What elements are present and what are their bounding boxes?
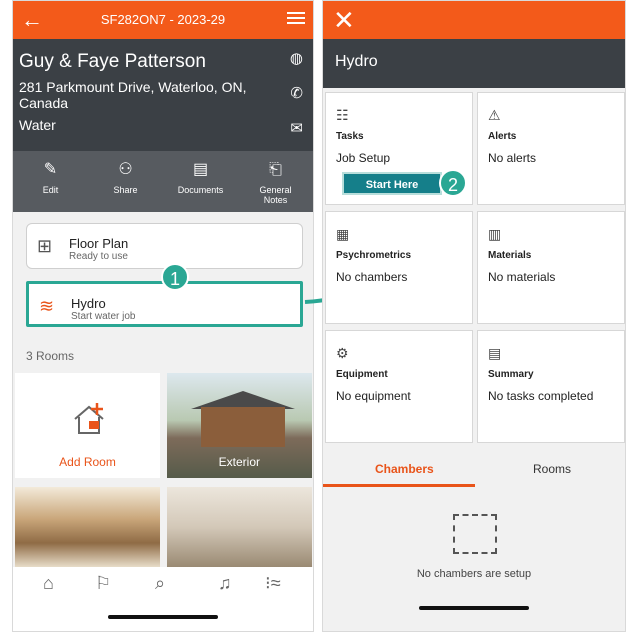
- edit-label: Edit: [42, 185, 59, 195]
- add-room-tile[interactable]: Add Room: [15, 373, 160, 478]
- floor-plan-empty-icon: [453, 514, 497, 554]
- top-bar-hydro: ✕: [323, 1, 625, 39]
- documents-label: Documents: [177, 185, 224, 195]
- bell-icon[interactable]: ♫: [218, 573, 232, 594]
- clipboard-icon: ⎗: [269, 161, 282, 178]
- email-icon[interactable]: ✉: [290, 119, 303, 137]
- globe-icon[interactable]: ◍: [290, 49, 303, 67]
- people-icon: ⚇: [118, 161, 133, 178]
- equipment-value: No equipment: [336, 389, 411, 403]
- start-here-button[interactable]: Start Here: [342, 172, 442, 195]
- alerts-module[interactable]: ⚠ Alerts No alerts: [477, 92, 625, 205]
- flag-icon[interactable]: ⚐: [95, 573, 111, 594]
- share-button[interactable]: ⚇ Share: [88, 151, 163, 212]
- tab-chambers[interactable]: Chambers: [375, 462, 434, 476]
- home-indicator: [108, 615, 218, 619]
- documents-icon: ▤: [192, 161, 209, 178]
- job-number: SF282ON7 - 2023-29: [100, 12, 226, 27]
- alert-icon: ⚠: [488, 107, 501, 123]
- psychro-icon: ▦: [336, 226, 350, 242]
- alerts-name: Alerts: [488, 131, 517, 142]
- rooms-count: 3 Rooms: [26, 349, 75, 363]
- floor-plan-icon: ⊞: [37, 236, 53, 256]
- equipment-icon: ⚙: [336, 345, 349, 361]
- room-tile-living-photo[interactable]: [167, 487, 312, 567]
- pencil-icon: ✎: [43, 161, 58, 178]
- step-marker-2: 2: [439, 169, 467, 197]
- tasks-value: Job Setup: [336, 151, 391, 165]
- alerts-value: No alerts: [488, 151, 537, 165]
- share-label: Share: [113, 185, 138, 195]
- job-type: Water: [19, 117, 56, 133]
- tasks-icon: ☷: [336, 107, 349, 123]
- floor-plan-card[interactable]: ⊞ Floor Plan Ready to use: [26, 223, 303, 269]
- materials-module[interactable]: ▥ Materials No materials: [477, 211, 625, 324]
- summary-icon: ▤: [488, 345, 502, 361]
- psychrometrics-value: No chambers: [336, 270, 408, 284]
- customer-name: Guy & Faye Patterson: [19, 51, 206, 72]
- equipment-module[interactable]: ⚙ Equipment No equipment: [325, 330, 473, 443]
- hydro-screen: ✕ Hydro ☷ Tasks Job Setup Start Here ⚠ A…: [322, 0, 626, 632]
- add-room-icon: [74, 403, 104, 434]
- hydro-icon: ≋: [39, 296, 55, 316]
- bottom-nav: ⌂ ⚐ ⌕ ♫ ⁝≈: [13, 567, 313, 631]
- summary-value: No tasks completed: [488, 389, 594, 403]
- documents-button[interactable]: ▤ Documents: [163, 151, 238, 212]
- tab-rooms[interactable]: Rooms: [533, 462, 571, 476]
- general-notes-label: General Notes: [259, 185, 292, 205]
- close-icon[interactable]: ✕: [333, 5, 355, 35]
- house-body: [201, 407, 285, 447]
- edit-button[interactable]: ✎ Edit: [13, 151, 88, 212]
- job-screen: ← SF282ON7 - 2023-29 Guy & Faye Patterso…: [12, 0, 314, 632]
- tasks-name: Tasks: [336, 131, 364, 142]
- action-bar: ✎ Edit ⚇ Share ▤ Documents ⎗ General Not…: [13, 151, 313, 212]
- phone-icon[interactable]: ✆: [290, 84, 303, 102]
- room-tile-exterior[interactable]: Exterior: [167, 373, 312, 478]
- home-indicator-right: [419, 606, 529, 610]
- summary-module[interactable]: ▤ Summary No tasks completed: [477, 330, 625, 443]
- empty-message: No chambers are setup: [416, 568, 532, 580]
- home-icon[interactable]: ⌂: [43, 573, 54, 594]
- summary-name: Summary: [488, 369, 534, 380]
- floor-plan-title: Floor Plan: [69, 236, 129, 251]
- materials-name: Materials: [488, 250, 532, 261]
- wifi-sensor-icon[interactable]: ⁝≈: [265, 573, 281, 594]
- menu-icon[interactable]: [287, 9, 305, 27]
- add-room-label: Add Room: [59, 455, 116, 469]
- room-label-exterior: Exterior: [218, 455, 260, 469]
- search-icon[interactable]: ⌕: [155, 573, 165, 594]
- hydro-title: Hydro: [71, 296, 106, 311]
- job-address: 281 Parkmount Drive, Waterloo, ON, Canad…: [19, 79, 247, 111]
- psychrometrics-name: Psychrometrics: [336, 250, 412, 261]
- materials-value: No materials: [488, 270, 556, 284]
- general-notes-button[interactable]: ⎗ General Notes: [238, 151, 313, 212]
- step-marker-1: 1: [161, 263, 189, 291]
- psychrometrics-module[interactable]: ▦ Psychrometrics No chambers: [325, 211, 473, 324]
- job-header: Guy & Faye Patterson 281 Parkmount Drive…: [13, 39, 313, 151]
- sub-tabs: Chambers Rooms: [323, 450, 625, 488]
- hydro-status: Start water job: [71, 311, 136, 322]
- top-bar: ← SF282ON7 - 2023-29: [13, 1, 313, 39]
- floor-plan-status: Ready to use: [69, 251, 128, 262]
- chambers-panel: No chambers are setup: [323, 488, 625, 631]
- materials-icon: ▥: [488, 226, 502, 242]
- equipment-name: Equipment: [336, 369, 388, 380]
- hydro-header: Hydro: [323, 39, 625, 88]
- hydro-card[interactable]: ≋ Hydro Start water job: [26, 281, 303, 327]
- active-tab-indicator: [323, 484, 475, 487]
- room-tile-kitchen-photo[interactable]: [15, 487, 160, 567]
